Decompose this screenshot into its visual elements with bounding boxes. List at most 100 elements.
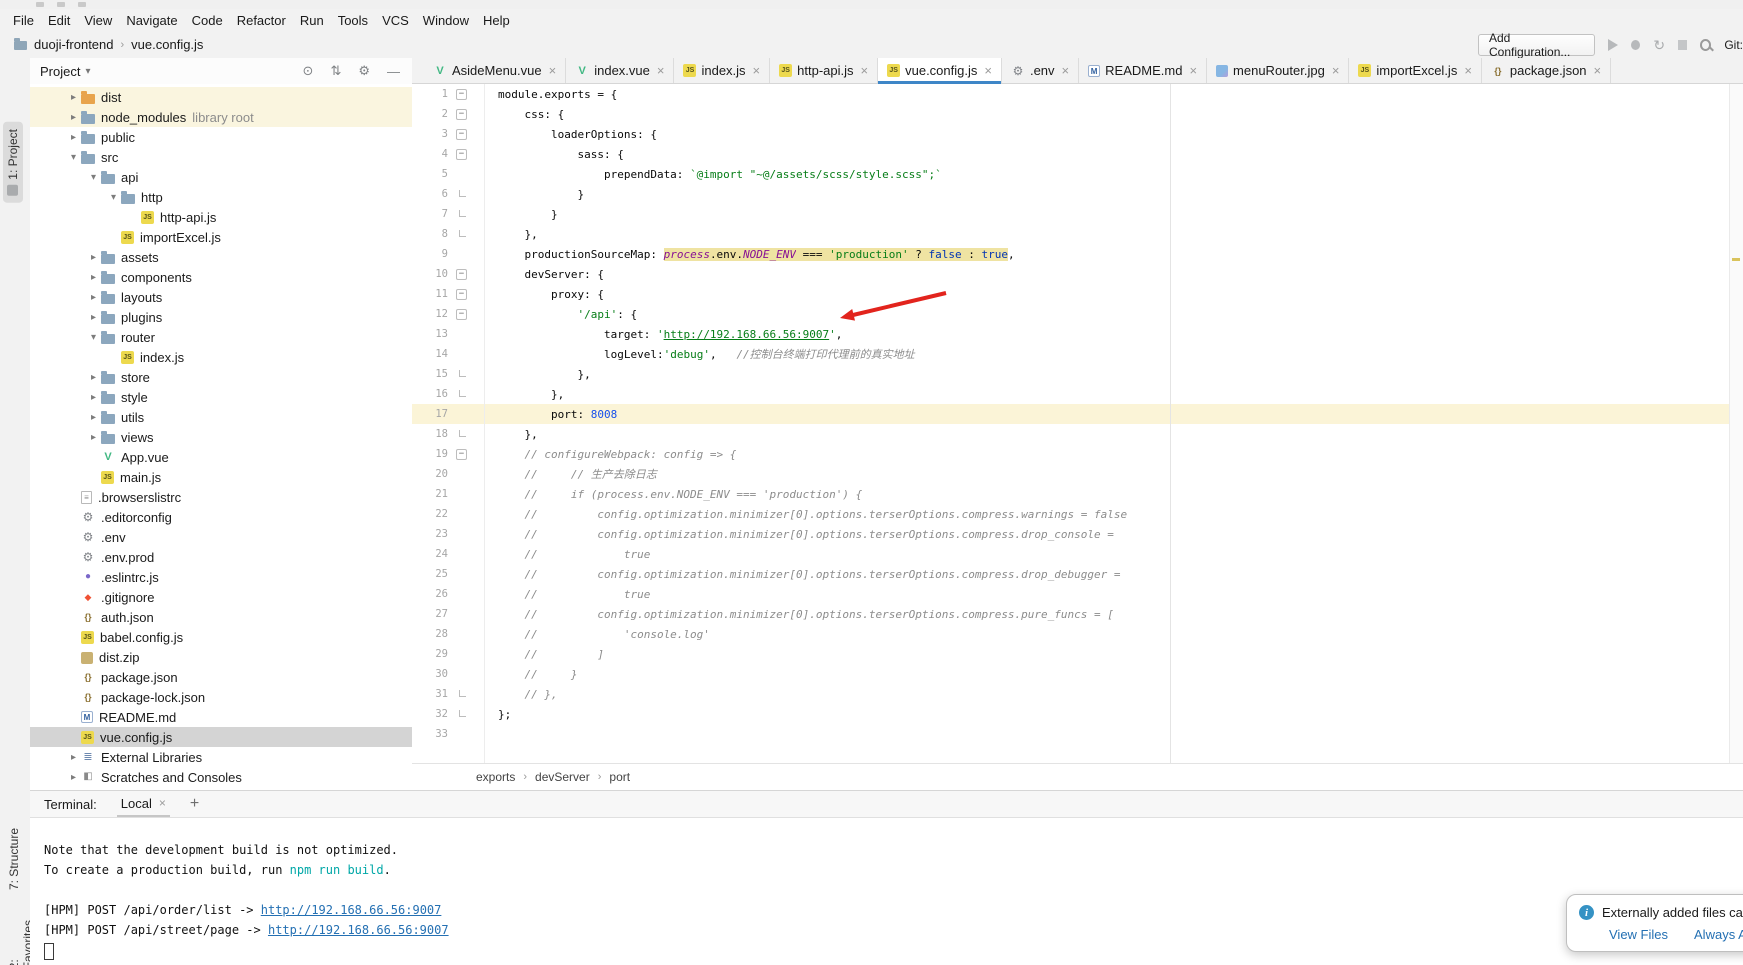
- chevron-right-icon[interactable]: ▸: [86, 272, 101, 283]
- fold-marker[interactable]: [450, 364, 474, 384]
- menu-item-window[interactable]: Window: [416, 11, 476, 30]
- close-icon[interactable]: ×: [1062, 63, 1070, 78]
- chevron-right-icon[interactable]: ▸: [66, 752, 81, 763]
- fold-marker[interactable]: [450, 84, 474, 104]
- locate-file-icon[interactable]: ⊙: [303, 63, 314, 79]
- debug-icon[interactable]: [1631, 40, 1640, 50]
- code-line-10[interactable]: 10 devServer: {: [412, 264, 1743, 284]
- code-line-19[interactable]: 19 // configureWebpack: config => {: [412, 444, 1743, 464]
- settings-gear-icon[interactable]: ⚙: [358, 63, 370, 79]
- tab-package-json[interactable]: {}package.json×: [1482, 58, 1611, 83]
- error-stripe[interactable]: [1729, 84, 1743, 764]
- tree-item-assets[interactable]: ▸assets: [30, 247, 412, 267]
- close-icon[interactable]: ×: [861, 63, 869, 78]
- fold-marker[interactable]: [450, 684, 474, 704]
- fold-marker[interactable]: [450, 704, 474, 724]
- chevron-right-icon[interactable]: ▸: [86, 392, 101, 403]
- code-line-16[interactable]: 16 },: [412, 384, 1743, 404]
- close-icon[interactable]: ×: [1464, 63, 1472, 78]
- code-line-11[interactable]: 11 proxy: {: [412, 284, 1743, 304]
- warning-stripe-mark[interactable]: [1732, 258, 1740, 261]
- tree-item-eslintrc-js[interactable]: ●.eslintrc.js: [30, 567, 412, 587]
- tree-item-readme-md[interactable]: MREADME.md: [30, 707, 412, 727]
- menu-item-edit[interactable]: Edit: [41, 11, 77, 30]
- code-line-13[interactable]: 13 target: 'http://192.168.66.56:9007',: [412, 324, 1743, 344]
- notification-action-always-add[interactable]: Always Add: [1694, 927, 1743, 942]
- menu-item-view[interactable]: View: [77, 11, 119, 30]
- rerun-icon[interactable]: ↻: [1653, 38, 1665, 52]
- new-terminal-session-icon[interactable]: +: [190, 795, 199, 813]
- tree-item-editorconfig[interactable]: ⚙.editorconfig: [30, 507, 412, 527]
- tree-item-http[interactable]: ▾http: [30, 187, 412, 207]
- code-line-8[interactable]: 8 },: [412, 224, 1743, 244]
- chevron-right-icon[interactable]: ▸: [66, 92, 81, 103]
- tree-item-babel-config-js[interactable]: JSbabel.config.js: [30, 627, 412, 647]
- fold-marker[interactable]: [450, 204, 474, 224]
- code-line-27[interactable]: 27 // config.optimization.minimizer[0].o…: [412, 604, 1743, 624]
- tab-readme-md[interactable]: MREADME.md×: [1079, 58, 1207, 83]
- close-icon[interactable]: ×: [1594, 63, 1602, 78]
- tree-item-router[interactable]: ▾router: [30, 327, 412, 347]
- menu-item-vcs[interactable]: VCS: [375, 11, 416, 30]
- tool-window-button-structure[interactable]: 7: Structure: [7, 828, 21, 890]
- code-line-3[interactable]: 3 loaderOptions: {: [412, 124, 1743, 144]
- tree-item-dist-zip[interactable]: dist.zip: [30, 647, 412, 667]
- menu-item-refactor[interactable]: Refactor: [230, 11, 293, 30]
- tool-window-button-project[interactable]: 1: Project: [3, 122, 23, 203]
- tab-index-vue[interactable]: Vindex.vue×: [566, 58, 674, 83]
- close-icon[interactable]: ×: [549, 63, 557, 78]
- fold-marker[interactable]: [450, 304, 474, 324]
- code-line-15[interactable]: 15 },: [412, 364, 1743, 384]
- tree-item-views[interactable]: ▸views: [30, 427, 412, 447]
- chevron-right-icon[interactable]: ▸: [66, 772, 81, 783]
- breadcrumb-exports[interactable]: exports: [476, 770, 515, 784]
- code-line-32[interactable]: 32};: [412, 704, 1743, 724]
- tree-item-index-js[interactable]: JSindex.js: [30, 347, 412, 367]
- chevron-right-icon[interactable]: ▸: [86, 292, 101, 303]
- fold-marker[interactable]: [450, 184, 474, 204]
- code-line-28[interactable]: 28 // 'console.log': [412, 624, 1743, 644]
- tree-item-plugins[interactable]: ▸plugins: [30, 307, 412, 327]
- tree-item-auth-json[interactable]: {}auth.json: [30, 607, 412, 627]
- chevron-right-icon[interactable]: ▸: [86, 312, 101, 323]
- chevron-down-icon[interactable]: ▾: [86, 172, 101, 183]
- menu-item-tools[interactable]: Tools: [331, 11, 375, 30]
- code-line-2[interactable]: 2 css: {: [412, 104, 1743, 124]
- close-icon[interactable]: ×: [1332, 63, 1340, 78]
- code-line-23[interactable]: 23 // config.optimization.minimizer[0].o…: [412, 524, 1743, 544]
- code-line-22[interactable]: 22 // config.optimization.minimizer[0].o…: [412, 504, 1743, 524]
- code-line-17[interactable]: 17 port: 8008: [412, 404, 1743, 424]
- tab-env[interactable]: ⚙.env×: [1002, 58, 1079, 83]
- fold-marker[interactable]: [450, 424, 474, 444]
- tab-asidemenu-vue[interactable]: VAsideMenu.vue×: [424, 58, 566, 83]
- fold-marker[interactable]: [450, 384, 474, 404]
- breadcrumb-port[interactable]: port: [609, 770, 630, 784]
- fold-marker[interactable]: [450, 284, 474, 304]
- menu-item-code[interactable]: Code: [185, 11, 230, 30]
- menu-item-run[interactable]: Run: [293, 11, 331, 30]
- close-icon[interactable]: ×: [657, 63, 665, 78]
- tree-item-package-json[interactable]: {}package.json: [30, 667, 412, 687]
- tree-item-scratches-and-consoles[interactable]: ▸◧Scratches and Consoles: [30, 767, 412, 787]
- code-line-25[interactable]: 25 // config.optimization.minimizer[0].o…: [412, 564, 1743, 584]
- terminal-tab-local[interactable]: Local ×: [117, 791, 170, 817]
- close-icon[interactable]: ×: [984, 63, 992, 78]
- tree-item-main-js[interactable]: JSmain.js: [30, 467, 412, 487]
- chevron-down-icon[interactable]: ▾: [85, 66, 90, 77]
- code-line-30[interactable]: 30 // }: [412, 664, 1743, 684]
- breadcrumb-devserver[interactable]: devServer: [535, 770, 590, 784]
- tree-item-api[interactable]: ▾api: [30, 167, 412, 187]
- code-line-7[interactable]: 7 }: [412, 204, 1743, 224]
- terminal-link[interactable]: http://192.168.66.56:9007: [268, 923, 449, 937]
- close-icon[interactable]: ×: [753, 63, 761, 78]
- tab-vue-config-js[interactable]: JSvue.config.js×: [878, 58, 1002, 83]
- code-line-14[interactable]: 14 logLevel:'debug', //控制台终端打印代理前的真实地址: [412, 344, 1743, 364]
- code-line-18[interactable]: 18 },: [412, 424, 1743, 444]
- menu-item-navigate[interactable]: Navigate: [119, 11, 184, 30]
- tree-item-env[interactable]: ⚙.env: [30, 527, 412, 547]
- tree-item-utils[interactable]: ▸utils: [30, 407, 412, 427]
- chevron-right-icon[interactable]: ▸: [86, 432, 101, 443]
- tree-item-app-vue[interactable]: VApp.vue: [30, 447, 412, 467]
- tree-item-dist[interactable]: ▸dist: [30, 87, 412, 107]
- tree-item-node-modules[interactable]: ▸node_moduleslibrary root: [30, 107, 412, 127]
